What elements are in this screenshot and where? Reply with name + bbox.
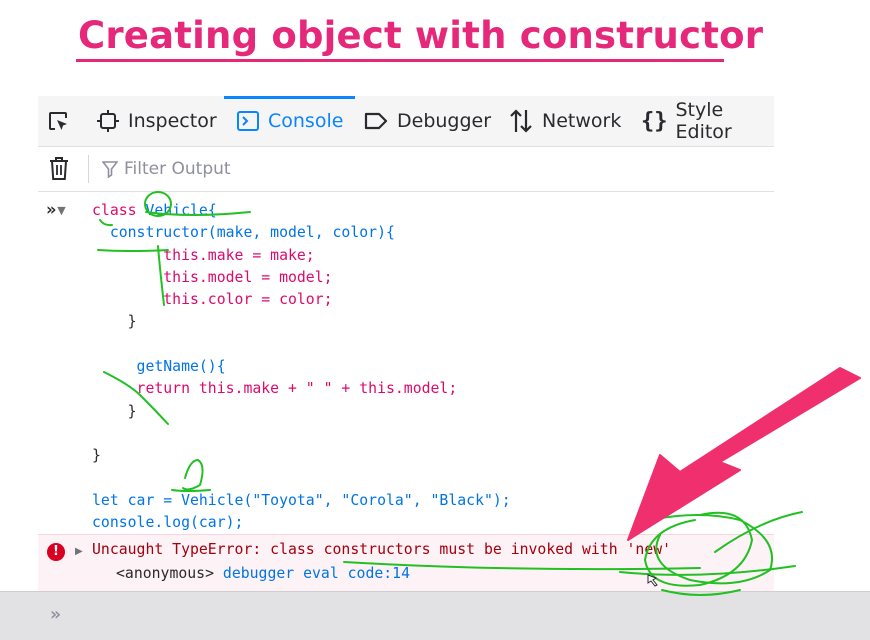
expand-triangle-icon[interactable]: ▼: [57, 204, 65, 217]
network-icon: [510, 109, 532, 133]
command-prompt: » ▼: [46, 200, 66, 220]
slide-title: Creating object with constructor: [78, 14, 764, 57]
devtools-toolbar: Inspector Console Debugger Network {} St…: [38, 96, 774, 147]
tab-style-editor[interactable]: {} Style Editor: [641, 96, 774, 146]
element-picker-button[interactable]: [46, 96, 70, 146]
tab-debugger-label: Debugger: [397, 110, 492, 132]
clear-console-button[interactable]: [48, 156, 70, 186]
tab-style-editor-label: Style Editor: [675, 99, 732, 143]
error-message-row: ! ▶ Uncaught TypeError: class constructo…: [38, 534, 774, 594]
code-line-4: this.model = model;: [92, 268, 333, 286]
tab-network[interactable]: Network: [508, 96, 621, 146]
code-line-6: }: [92, 313, 137, 331]
code-line-9: return this.make + " " + this.model;: [92, 380, 458, 398]
stack-function: <anonymous>: [116, 565, 214, 582]
trash-icon: [50, 157, 68, 180]
code-line-5: this.color = color;: [92, 291, 333, 309]
console-output: » ▼ class Vehicle{ constructor(make, mod…: [38, 192, 774, 537]
code-line-15: console.log(car);: [92, 514, 244, 532]
filter-field[interactable]: [102, 147, 324, 191]
stack-location-link[interactable]: debugger eval code:14: [223, 565, 410, 582]
element-picker-icon: [49, 112, 67, 130]
code-line-2: constructor(make, model, color){: [92, 224, 395, 242]
code-block: class Vehicle{ constructor(make, model, …: [92, 200, 511, 534]
tab-inspector[interactable]: Inspector: [96, 96, 217, 146]
devtools-panel: Inspector Console Debugger Network {} St…: [38, 96, 774, 594]
code-line-1: class Vehicle{: [92, 202, 217, 219]
code-line-12: }: [92, 447, 101, 465]
tab-console[interactable]: Console: [223, 96, 356, 146]
code-line-10: }: [92, 402, 137, 420]
tab-console-label: Console: [268, 110, 344, 132]
expand-error-icon[interactable]: ▶: [75, 546, 83, 557]
style-editor-icon: {}: [641, 108, 668, 134]
tab-inspector-label: Inspector: [128, 110, 217, 132]
tab-debugger[interactable]: Debugger: [363, 96, 491, 146]
error-icon: !: [47, 543, 65, 561]
filter-input[interactable]: [124, 159, 324, 179]
filter-divider: [88, 155, 89, 183]
prompt-chevron-icon: »: [46, 200, 56, 220]
console-input-bar[interactable]: »: [0, 591, 870, 640]
input-prompt-chevron-icon: »: [50, 604, 61, 625]
error-stack-frame: <anonymous> debugger eval code:14: [116, 565, 410, 582]
title-underline: [76, 59, 724, 62]
code-line-14: let car = Vehicle("Toyota", "Corola", "B…: [92, 491, 511, 509]
error-text: Uncaught TypeError: class constructors m…: [92, 541, 672, 558]
console-icon: [237, 111, 259, 131]
code-line-8: getName(){: [92, 358, 226, 376]
filter-bar: [38, 147, 774, 192]
code-line-3: this.make = make;: [92, 246, 315, 264]
tab-network-label: Network: [542, 110, 622, 132]
debugger-icon: [364, 112, 388, 130]
filter-icon: [102, 161, 118, 178]
inspector-icon: [97, 110, 119, 132]
